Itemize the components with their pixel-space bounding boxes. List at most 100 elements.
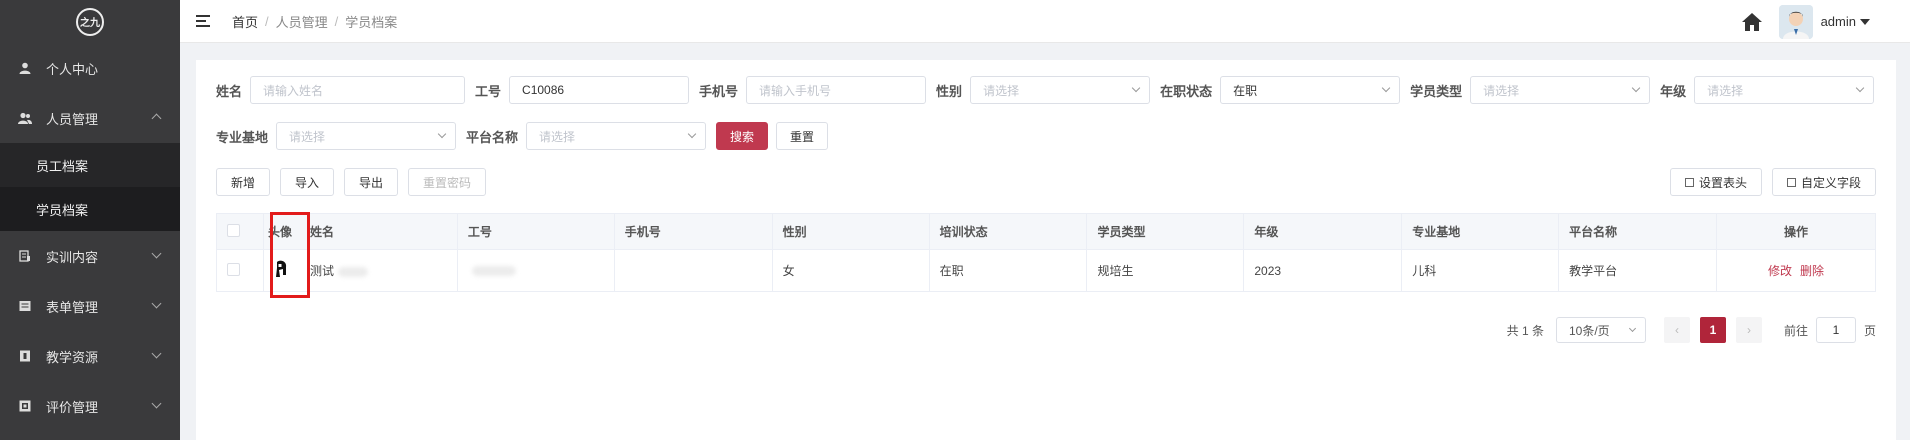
row-checkbox[interactable] xyxy=(227,262,240,276)
student-type-select[interactable]: 请选择 xyxy=(1470,76,1651,104)
col-header-actions: 操作 xyxy=(1716,213,1876,250)
col-header-student-type: 学员类型 xyxy=(1086,213,1245,250)
col-header-name: 姓名 xyxy=(306,213,458,250)
header-right: admin xyxy=(1741,0,1870,43)
table-header-row: 头像 姓名 工号 手机号 性别 培训状态 学员类型 年级 专业基地 平台名称 操… xyxy=(216,213,1876,250)
select-all-checkbox[interactable] xyxy=(227,223,240,237)
export-button[interactable]: 导出 xyxy=(344,168,399,196)
grade-cell: 2023 xyxy=(1243,249,1403,292)
avatar[interactable] xyxy=(1778,4,1813,39)
student-type-cell: 规培生 xyxy=(1086,249,1245,292)
platform-select[interactable]: 请选择 xyxy=(526,122,707,150)
filter-label-phone: 手机号 xyxy=(699,83,739,99)
col-header-phone: 手机号 xyxy=(613,213,773,250)
prev-page-button[interactable]: ‹ xyxy=(1663,317,1690,343)
edit-link[interactable]: 修改 xyxy=(1768,264,1792,278)
avatar-column-highlight xyxy=(270,212,310,298)
name-input[interactable]: 请输入姓名 xyxy=(250,76,466,104)
import-button[interactable]: 导入 xyxy=(280,168,335,196)
sidebar-item-label: 人员管理 xyxy=(46,111,99,127)
reset-button[interactable]: 重置 xyxy=(776,122,829,150)
chevron-up-icon xyxy=(151,113,162,124)
training-status-cell: 在职 xyxy=(928,249,1088,292)
next-page-button[interactable]: › xyxy=(1735,317,1762,343)
col-header-training-status: 培训状态 xyxy=(928,213,1088,250)
redacted-text xyxy=(337,266,368,277)
base-cell: 儿科 xyxy=(1401,249,1560,292)
status-select[interactable]: 在职 xyxy=(1220,76,1401,104)
col-header-grade: 年级 xyxy=(1243,213,1403,250)
page-number-current[interactable]: 1 xyxy=(1699,317,1726,343)
page-suffix: 页 xyxy=(1863,323,1876,338)
sidebar-item-label: 评价管理 xyxy=(46,399,99,415)
pagination-total: 共 1 条 xyxy=(1506,323,1544,338)
edit-icon xyxy=(1684,177,1694,187)
goto-label: 前往 xyxy=(1783,323,1808,338)
set-table-header-button[interactable]: 设置表头 xyxy=(1669,168,1762,196)
sidebar-item-teaching-resources[interactable]: 教学资源 xyxy=(0,331,180,381)
sidebar-subitem-student-archive[interactable]: 学员档案 xyxy=(0,187,180,231)
logo-mark: 之九 xyxy=(76,7,104,36)
delete-link[interactable]: 删除 xyxy=(1800,264,1824,278)
breadcrumb-separator: / xyxy=(334,13,339,29)
main-panel: 姓名 请输入姓名 工号 C10086 手机号 请输入手机号 性别 请选择 在职状… xyxy=(196,60,1896,440)
filter-label-emp-no: 工号 xyxy=(475,83,502,99)
sidebar-item-evaluation[interactable]: 评价管理 xyxy=(0,381,180,431)
chevron-down-icon xyxy=(151,248,162,259)
filter-row-1: 姓名 请输入姓名 工号 C10086 手机号 请输入手机号 性别 请选择 在职状… xyxy=(216,75,1896,105)
add-button[interactable]: 新增 xyxy=(216,168,271,196)
pagination: 共 1 条 10条/页 ‹ 1 › 前往 1 页 xyxy=(1507,316,1876,344)
gender-cell: 女 xyxy=(771,249,930,292)
app-root: 之九 个人中心 人员管理 员工档案 学员档案 实训内容 表单管理 教学资源 评价… xyxy=(0,0,1910,440)
reset-password-button[interactable]: 重置密码 xyxy=(408,168,487,196)
form-icon xyxy=(18,299,32,313)
chevron-down-icon xyxy=(151,348,162,359)
col-header-base: 专业基地 xyxy=(1401,213,1560,250)
sidebar-item-label: 实训内容 xyxy=(46,249,99,265)
goto-page-input[interactable]: 1 xyxy=(1815,317,1856,343)
search-button[interactable]: 搜索 xyxy=(716,122,769,150)
base-select[interactable]: 请选择 xyxy=(276,122,457,150)
sidebar: 之九 个人中心 人员管理 员工档案 学员档案 实训内容 表单管理 教学资源 评价… xyxy=(0,0,180,440)
sidebar-item-training-content[interactable]: 实训内容 xyxy=(0,231,180,281)
actions-cell: 修改 删除 xyxy=(1716,249,1876,292)
breadcrumb-student-archive: 学员档案 xyxy=(345,14,398,30)
top-header: 首页 / 人员管理 / 学员档案 admin xyxy=(180,0,1910,43)
book-icon xyxy=(18,349,32,363)
sidebar-subitem-staff-archive[interactable]: 员工档案 xyxy=(0,143,180,187)
chevron-down-icon xyxy=(1631,83,1641,93)
custom-field-label: 自定义字段 xyxy=(1800,175,1861,190)
emp-no-cell xyxy=(456,249,615,292)
sidebar-item-personnel[interactable]: 人员管理 xyxy=(0,93,180,143)
breadcrumb-personnel[interactable]: 人员管理 xyxy=(276,12,328,31)
filter-label-grade: 年级 xyxy=(1660,83,1687,99)
table-row: 测试 女 在职 规培生 2023 儿科 教学平台 修改 删除 xyxy=(216,249,1876,292)
chevron-down-icon xyxy=(151,398,162,409)
edit-icon xyxy=(1786,177,1796,187)
logo: 之九 xyxy=(0,0,180,43)
page-size-select[interactable]: 10条/页 xyxy=(1555,317,1646,343)
col-header-platform: 平台名称 xyxy=(1558,213,1718,250)
sidebar-item-personal-center[interactable]: 个人中心 xyxy=(0,43,180,93)
emp-no-input[interactable]: C10086 xyxy=(509,76,690,104)
table-toolbar: 新增 导入 导出 重置密码 设置表头 自定义字段 xyxy=(216,168,1876,196)
sidebar-item-form-management[interactable]: 表单管理 xyxy=(0,281,180,331)
sidebar-item-label: 教学资源 xyxy=(46,349,99,365)
phone-input[interactable]: 请输入手机号 xyxy=(746,76,927,104)
sidebar-item-label: 个人中心 xyxy=(46,61,99,77)
breadcrumb: 首页 / 人员管理 / 学员档案 xyxy=(232,12,397,31)
chevron-down-icon xyxy=(1628,324,1637,333)
menu-toggle-icon[interactable] xyxy=(196,15,210,27)
document-icon xyxy=(18,249,32,263)
col-header-gender: 性别 xyxy=(771,213,930,250)
select-all-cell xyxy=(216,213,264,250)
sidebar-submenu-personnel: 员工档案 学员档案 xyxy=(0,143,180,231)
custom-field-button[interactable]: 自定义字段 xyxy=(1771,168,1876,196)
grade-select[interactable]: 请选择 xyxy=(1694,76,1875,104)
chevron-down-icon xyxy=(687,129,697,139)
filter-label-base: 专业基地 xyxy=(216,129,269,145)
user-dropdown[interactable]: admin xyxy=(1821,14,1870,29)
home-icon[interactable] xyxy=(1741,11,1763,33)
gender-select[interactable]: 请选择 xyxy=(970,76,1151,104)
breadcrumb-home[interactable]: 首页 xyxy=(232,12,258,31)
